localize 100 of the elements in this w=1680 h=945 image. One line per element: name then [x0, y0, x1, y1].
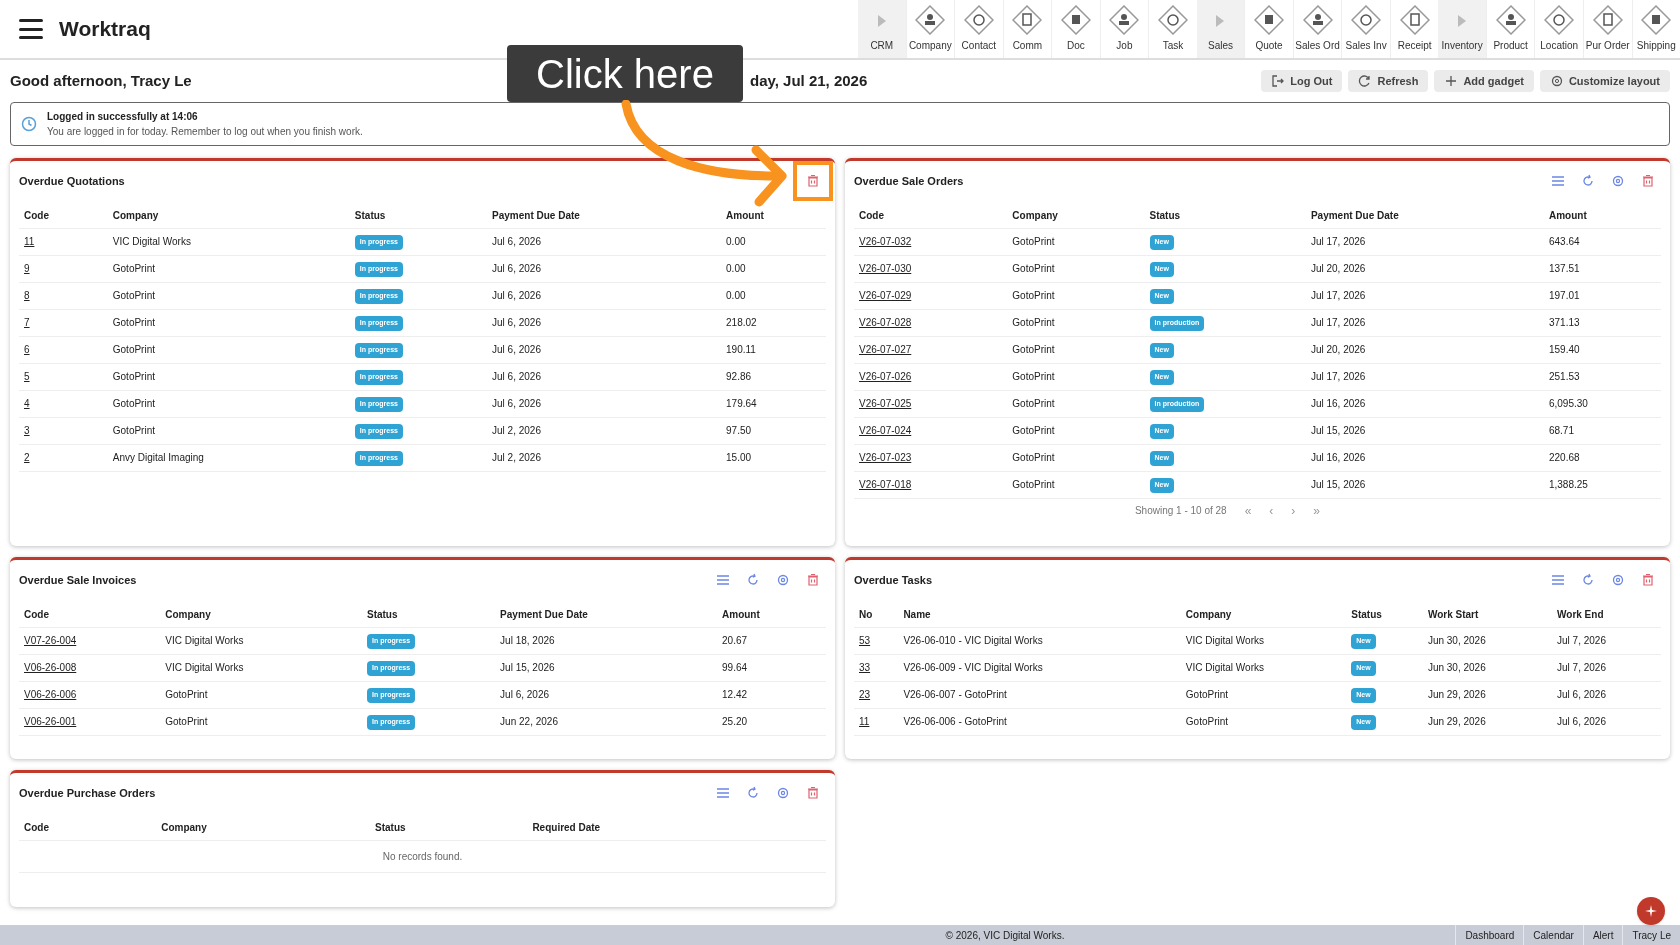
footer-link[interactable]: Tracy Le: [1622, 925, 1680, 945]
table-cell: Jul 6, 2026: [492, 371, 541, 382]
nav-section[interactable]: Sales: [1196, 0, 1245, 58]
table-cell: GotoPrint: [1012, 344, 1055, 355]
nav-item[interactable]: Doc: [1051, 0, 1100, 58]
table-cell: 99.64: [722, 662, 748, 673]
settings-button[interactable]: [1611, 573, 1625, 587]
table-cell: Jun 29, 2026: [1427, 689, 1486, 700]
table-cell: 0.00: [726, 236, 746, 247]
table-cell: 25.20: [722, 716, 748, 727]
settings-button[interactable]: [1611, 174, 1625, 188]
record-link[interactable]: 53: [859, 635, 871, 646]
toolbar-button[interactable]: Customize layout: [1539, 70, 1670, 92]
record-link[interactable]: V26-07-027: [859, 344, 912, 355]
footer-link[interactable]: Alert: [1582, 925, 1623, 945]
record-link[interactable]: 5: [24, 371, 30, 382]
menu-icon: [1551, 174, 1565, 188]
nav-item[interactable]: Contact: [954, 0, 1003, 58]
column-header: Payment Due Date: [500, 608, 588, 620]
settings-icon: [1611, 174, 1625, 188]
trash-button[interactable]: [806, 573, 820, 587]
table-cell: Jul 17, 2026: [1310, 290, 1366, 301]
record-link[interactable]: 8: [24, 290, 30, 301]
nav-item[interactable]: Location: [1534, 0, 1583, 58]
table-cell: GotoPrint: [112, 398, 155, 409]
table-cell: GotoPrint: [1185, 716, 1229, 727]
record-link[interactable]: 9: [24, 263, 30, 274]
nav-item[interactable]: Comm: [1002, 0, 1052, 58]
trash-icon: [1641, 573, 1655, 587]
record-link[interactable]: 4: [24, 398, 30, 409]
record-link[interactable]: V26-07-025: [859, 398, 912, 409]
record-link[interactable]: V26-07-024: [859, 425, 912, 436]
nav-item[interactable]: Quote: [1244, 0, 1293, 58]
record-link[interactable]: 23: [859, 689, 871, 700]
nav-item[interactable]: Pur Order: [1582, 0, 1632, 58]
record-link[interactable]: V06-26-006: [24, 689, 77, 700]
record-link[interactable]: V26-07-018: [859, 479, 912, 490]
record-link[interactable]: V06-26-001: [24, 716, 77, 727]
refresh-icon: [1358, 74, 1373, 88]
trash-button[interactable]: [806, 786, 820, 800]
diamond-icon: [1641, 5, 1672, 35]
column-header: Status: [366, 608, 398, 620]
toolbar-button[interactable]: Add gadget: [1434, 70, 1534, 92]
settings-button[interactable]: [776, 573, 790, 587]
nav-item[interactable]: Sales Inv: [1341, 0, 1390, 58]
record-link[interactable]: 33: [859, 662, 871, 673]
refresh-button[interactable]: [1581, 573, 1595, 587]
menu-icon: [1551, 573, 1565, 587]
nav-item[interactable]: Company: [905, 0, 955, 58]
refresh-button[interactable]: [1581, 174, 1595, 188]
footer-link[interactable]: Calendar: [1523, 925, 1583, 945]
record-link[interactable]: V26-07-023: [859, 452, 912, 463]
record-link[interactable]: 7: [24, 317, 30, 328]
column-header: Company: [161, 821, 207, 833]
record-link[interactable]: V26-07-030: [859, 263, 912, 274]
record-link[interactable]: V26-07-026: [859, 371, 912, 382]
refresh-icon: [746, 573, 760, 587]
record-link[interactable]: V06-26-008: [24, 662, 77, 673]
clock-icon: [21, 116, 37, 132]
settings-button[interactable]: [776, 786, 790, 800]
trash-button[interactable]: [1641, 174, 1655, 188]
nav-item[interactable]: Task: [1148, 0, 1197, 58]
refresh-button[interactable]: [746, 786, 760, 800]
toolbar-button[interactable]: Log Out: [1261, 70, 1343, 92]
record-link[interactable]: V26-07-028: [859, 317, 912, 328]
assistant-button[interactable]: [1637, 897, 1665, 925]
record-link[interactable]: 6: [24, 344, 30, 355]
table-cell: Jul 6, 2026: [500, 689, 550, 700]
refresh-button[interactable]: [746, 573, 760, 587]
greeting: Good afternoon, Tracy Le: [10, 72, 192, 89]
column-header: Status: [1351, 608, 1382, 620]
nav-item[interactable]: Product: [1485, 0, 1535, 58]
record-link[interactable]: V26-07-032: [859, 236, 912, 247]
settings-icon: [1549, 74, 1564, 88]
menu-button[interactable]: [19, 19, 43, 39]
record-link[interactable]: 2: [24, 452, 30, 463]
record-link[interactable]: V26-07-029: [859, 290, 912, 301]
record-link[interactable]: 11: [24, 236, 35, 247]
diamond-icon: [1544, 5, 1575, 35]
nav-section[interactable]: Inventory: [1438, 0, 1486, 58]
table-cell: Jul 17, 2026: [1310, 371, 1366, 382]
gadget-title: Overdue Quotations: [19, 173, 125, 189]
gadget-title: Overdue Sale Orders: [854, 173, 964, 189]
record-link[interactable]: 11: [859, 716, 870, 727]
column-header: Company: [112, 209, 159, 221]
nav-section[interactable]: CRM: [858, 0, 906, 58]
table-cell: 179.64: [726, 398, 757, 409]
nav-item[interactable]: Receipt: [1389, 0, 1439, 58]
footer-link[interactable]: Dashboard: [1455, 925, 1524, 945]
trash-button[interactable]: [1641, 573, 1655, 587]
nav-item[interactable]: Job: [1099, 0, 1149, 58]
record-link[interactable]: V07-26-004: [24, 635, 77, 646]
table-cell: V26-06-007 - GotoPrint: [903, 689, 1007, 700]
trash-button[interactable]: [793, 161, 833, 201]
record-link[interactable]: 3: [24, 425, 30, 436]
refresh-icon: [746, 786, 760, 800]
nav-item[interactable]: Shipping: [1631, 0, 1680, 58]
nav-item[interactable]: Sales Ord: [1292, 0, 1342, 58]
diamond-icon: [1399, 5, 1430, 35]
toolbar-button[interactable]: Refresh: [1348, 70, 1429, 92]
